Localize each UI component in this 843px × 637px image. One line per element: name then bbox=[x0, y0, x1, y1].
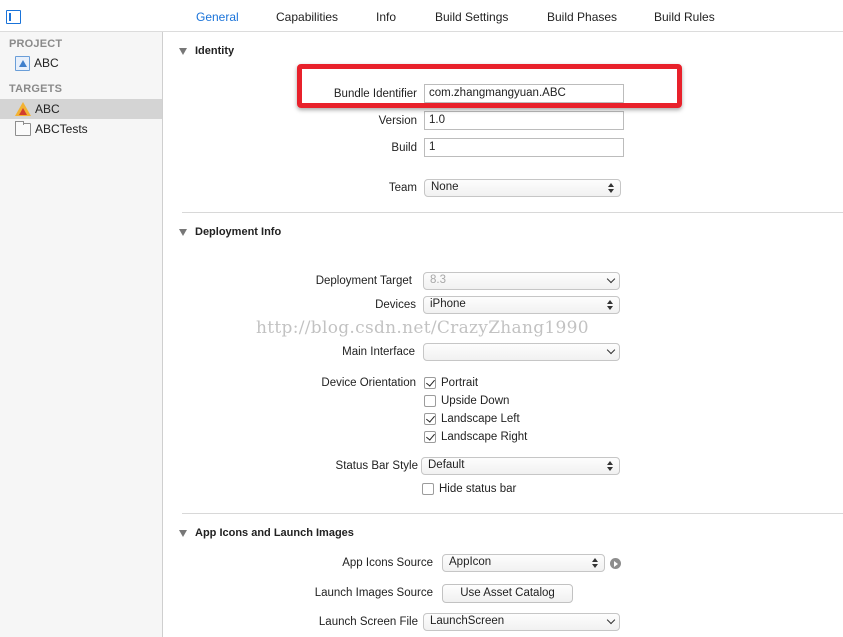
use-asset-catalog-button[interactable]: Use Asset Catalog bbox=[442, 584, 573, 603]
launch-screen-file-combo[interactable]: LaunchScreen bbox=[423, 613, 620, 631]
bundle-identifier-highlight-box bbox=[297, 64, 682, 108]
popup-arrows-icon bbox=[606, 299, 615, 311]
version-field[interactable]: 1.0 bbox=[424, 111, 624, 130]
project-heading: PROJECT bbox=[9, 38, 63, 50]
launch-screen-file-value: LaunchScreen bbox=[430, 615, 505, 627]
landscape-left-checkbox[interactable] bbox=[424, 413, 436, 425]
build-field[interactable]: 1 bbox=[424, 138, 624, 157]
targets-heading: TARGETS bbox=[9, 83, 63, 95]
app-icons-source-value: AppIcon bbox=[449, 556, 492, 568]
deployment-target-combo[interactable]: 8.3 bbox=[423, 272, 620, 290]
section-title: Deployment Info bbox=[195, 226, 282, 238]
team-label: Team bbox=[388, 182, 417, 194]
devices-label: Devices bbox=[375, 299, 416, 311]
main-interface-combo[interactable] bbox=[423, 343, 620, 361]
team-value: None bbox=[431, 181, 459, 193]
disclosure-triangle-icon bbox=[179, 529, 187, 537]
general-editor: Identity Bundle Identifier com.zhangmang… bbox=[164, 32, 843, 637]
sidebar-item-label: ABCTests bbox=[35, 122, 88, 136]
device-orientation-label: Device Orientation bbox=[321, 377, 416, 389]
app-target-icon bbox=[15, 101, 31, 117]
test-bundle-icon bbox=[15, 120, 31, 136]
sidebar-toggle-icon[interactable] bbox=[6, 10, 21, 24]
version-label: Version bbox=[378, 115, 417, 127]
landscape-right-label: Landscape Right bbox=[441, 431, 528, 443]
chevron-down-icon bbox=[606, 345, 616, 355]
tab-general[interactable]: General bbox=[196, 10, 239, 24]
upside-down-label: Upside Down bbox=[441, 395, 510, 407]
deployment-info-section-header[interactable]: Deployment Info bbox=[179, 226, 282, 238]
sidebar-item-label: ABC bbox=[35, 102, 60, 116]
sidebar-item-target-abc[interactable]: ABC bbox=[0, 99, 162, 119]
landscape-right-checkbox[interactable] bbox=[424, 431, 436, 443]
app-icons-source-label: App Icons Source bbox=[342, 557, 433, 569]
project-file-icon bbox=[15, 55, 30, 71]
project-navigator: PROJECT ABC TARGETS ABC ABCTests bbox=[0, 32, 163, 637]
hide-status-bar-checkbox[interactable] bbox=[422, 483, 434, 495]
disclosure-triangle-icon bbox=[179, 47, 187, 55]
deployment-target-label: Deployment Target bbox=[315, 275, 412, 287]
popup-arrows-icon bbox=[606, 460, 615, 472]
tab-build-settings[interactable]: Build Settings bbox=[435, 10, 508, 24]
team-popup[interactable]: None bbox=[424, 179, 621, 197]
app-icons-section-header[interactable]: App Icons and Launch Images bbox=[179, 527, 354, 539]
devices-popup[interactable]: iPhone bbox=[423, 296, 620, 314]
tab-build-phases[interactable]: Build Phases bbox=[547, 10, 617, 24]
section-divider bbox=[182, 212, 843, 213]
portrait-checkbox[interactable] bbox=[424, 377, 436, 389]
disclosure-triangle-icon bbox=[179, 228, 187, 236]
section-divider bbox=[182, 513, 843, 514]
launch-images-source-label: Launch Images Source bbox=[314, 587, 433, 599]
tab-capabilities[interactable]: Capabilities bbox=[276, 10, 338, 24]
tab-build-rules[interactable]: Build Rules bbox=[654, 10, 715, 24]
status-bar-style-popup[interactable]: Default bbox=[421, 457, 620, 475]
tab-info[interactable]: Info bbox=[376, 10, 396, 24]
status-bar-style-value: Default bbox=[428, 459, 465, 471]
section-title: Identity bbox=[195, 45, 235, 57]
hide-status-bar-label: Hide status bar bbox=[439, 483, 517, 495]
section-title: App Icons and Launch Images bbox=[195, 527, 354, 539]
launch-screen-file-label: Launch Screen File bbox=[318, 616, 418, 628]
chevron-down-icon bbox=[606, 615, 616, 625]
landscape-left-label: Landscape Left bbox=[441, 413, 520, 425]
popup-arrows-icon bbox=[607, 182, 616, 194]
sidebar-item-target-abctests[interactable]: ABCTests bbox=[0, 119, 162, 139]
deployment-target-value: 8.3 bbox=[430, 274, 446, 286]
app-icons-source-popup[interactable]: AppIcon bbox=[442, 554, 605, 572]
watermark: http://blog.csdn.net/CrazyZhang1990 bbox=[256, 318, 589, 338]
devices-value: iPhone bbox=[430, 298, 466, 310]
upside-down-checkbox[interactable] bbox=[424, 395, 436, 407]
main-interface-label: Main Interface bbox=[342, 346, 415, 358]
status-bar-style-label: Status Bar Style bbox=[335, 460, 418, 472]
go-to-asset-arrow-icon[interactable] bbox=[610, 558, 621, 569]
identity-section-header[interactable]: Identity bbox=[179, 45, 235, 57]
sidebar-item-label: ABC bbox=[34, 56, 59, 70]
build-label: Build bbox=[391, 142, 417, 154]
chevron-down-icon bbox=[606, 274, 616, 284]
sidebar-item-project-abc[interactable]: ABC bbox=[0, 53, 162, 73]
editor-tab-bar: General Capabilities Info Build Settings… bbox=[0, 0, 843, 32]
portrait-label: Portrait bbox=[441, 377, 479, 389]
popup-arrows-icon bbox=[591, 557, 600, 569]
